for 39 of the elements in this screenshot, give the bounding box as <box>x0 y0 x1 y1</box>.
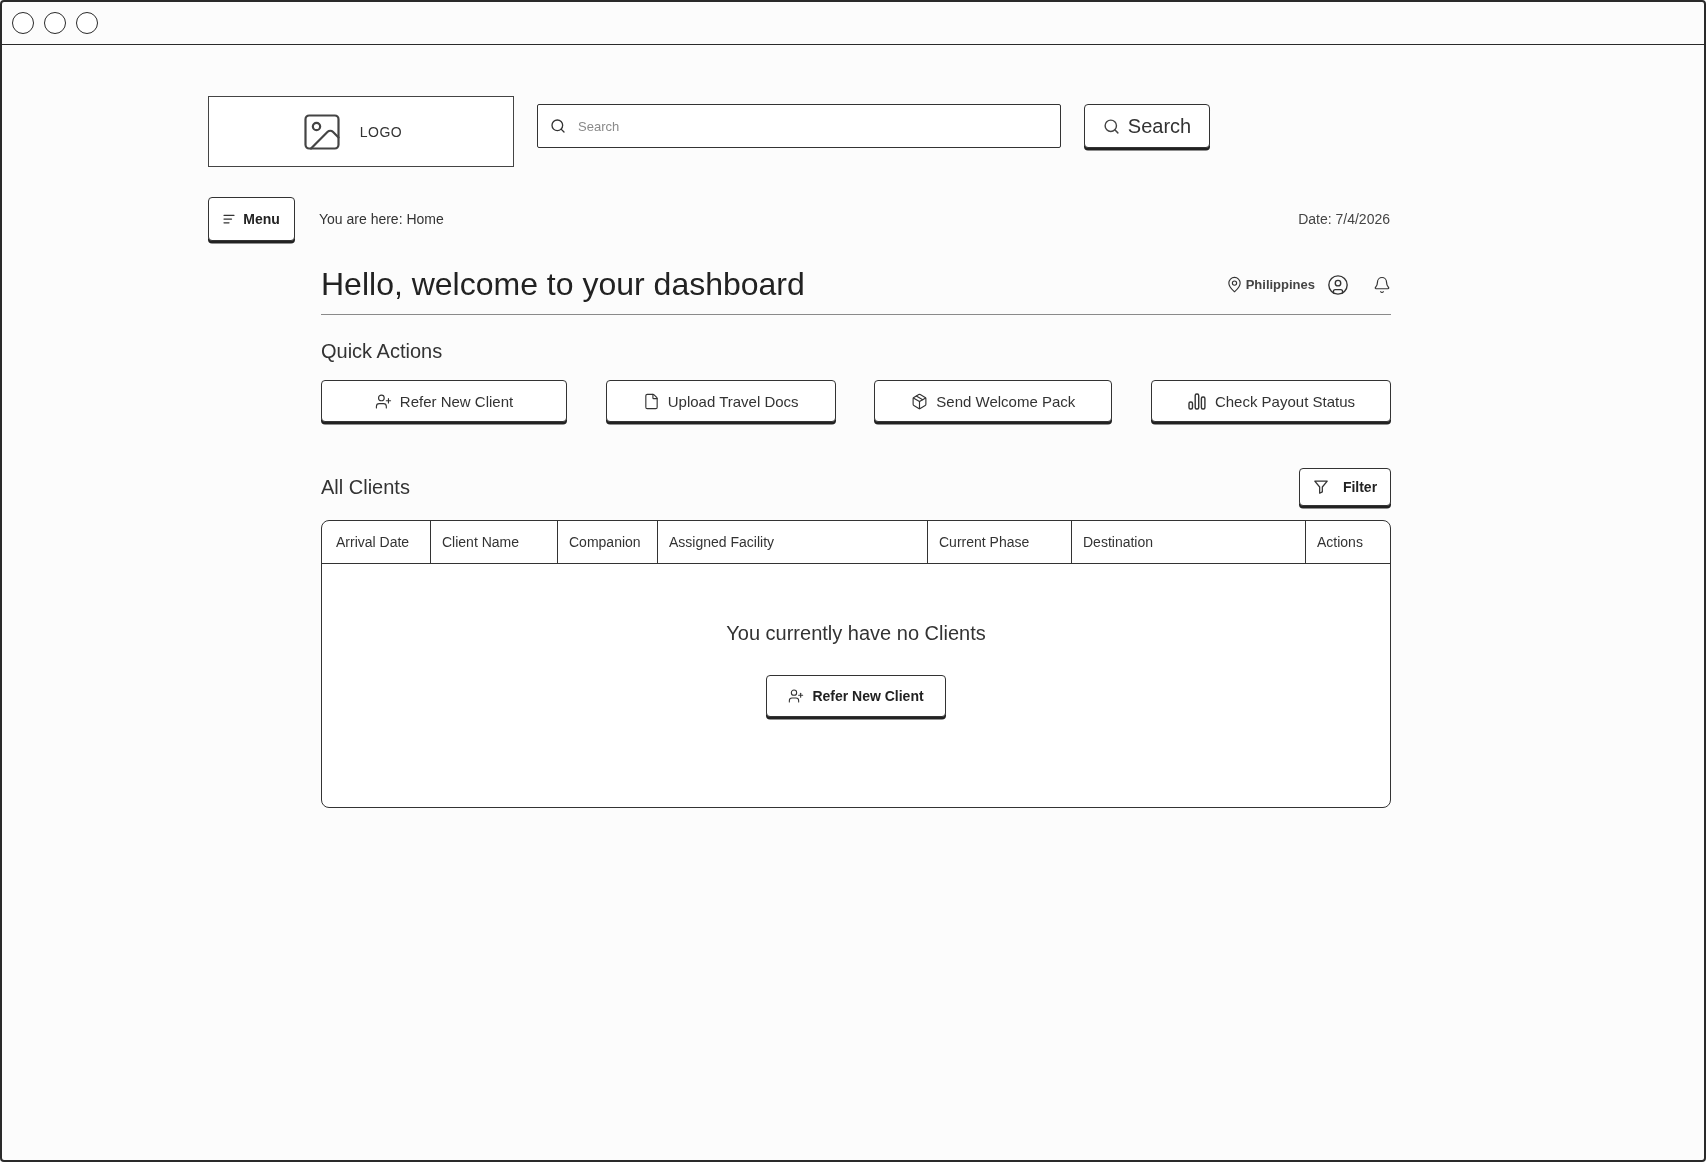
page-heading: Hello, welcome to your dashboard <box>321 266 805 303</box>
window-control-icon[interactable] <box>12 12 34 34</box>
search-field[interactable]: Search <box>537 104 1061 148</box>
column-header: Assigned Facility <box>657 521 927 563</box>
user-icon[interactable] <box>1327 273 1349 296</box>
column-header: Destination <box>1071 521 1305 563</box>
quick-action-button[interactable]: Refer New Client <box>321 380 567 422</box>
date-text: Date: 7/4/2026 <box>1298 211 1390 227</box>
search-button[interactable]: Search <box>1084 104 1210 148</box>
filter-icon <box>1312 479 1329 495</box>
breadcrumb: You are here: Home <box>319 211 444 227</box>
quick-action-button[interactable]: Check Payout Status <box>1150 380 1391 422</box>
search-icon <box>550 118 566 134</box>
section-title: Quick Actions <box>321 340 444 363</box>
column-header: Companion <box>557 521 657 563</box>
column-header: Client Name <box>430 521 557 563</box>
window-control-icon[interactable] <box>44 12 66 34</box>
box-icon <box>911 392 929 410</box>
section-title: All Clients <box>321 475 410 499</box>
map-pin-icon <box>1225 276 1243 293</box>
logo-text: LOGO <box>359 123 403 140</box>
file-icon <box>642 392 660 410</box>
location-text: Philippines <box>1245 277 1315 292</box>
column-header: Arrival Date <box>335 533 411 552</box>
window-control-icon[interactable] <box>76 12 98 34</box>
user-plus-icon <box>374 392 392 410</box>
column-header: Current Phase <box>927 521 1071 563</box>
column-header: Actions <box>1305 521 1390 563</box>
user-plus-icon <box>788 688 805 704</box>
bar-chart-icon <box>1186 391 1207 411</box>
menu-button[interactable]: Menu <box>208 197 295 241</box>
empty-state-message: You currently have no Clients <box>726 622 986 645</box>
refer-client-button[interactable]: Refer New Client <box>766 675 946 717</box>
bell-icon[interactable] <box>1373 275 1391 294</box>
quick-action-button[interactable]: Send Welcome Pack <box>874 380 1113 422</box>
quick-action-button[interactable]: Upload Travel Docs <box>605 380 836 422</box>
filter-button[interactable]: Filter <box>1299 468 1391 506</box>
search-icon <box>1102 117 1120 135</box>
menu-icon <box>223 214 236 224</box>
